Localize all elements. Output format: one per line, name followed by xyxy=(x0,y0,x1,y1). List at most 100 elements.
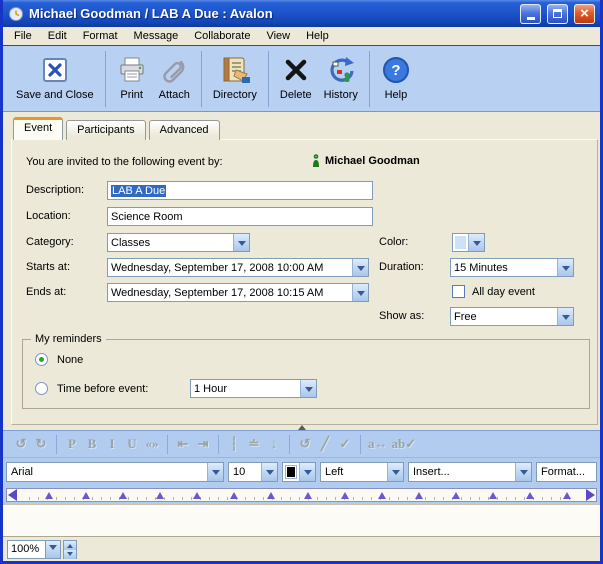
move-down-icon[interactable]: ↓ xyxy=(264,436,284,452)
attach-icon xyxy=(159,51,189,89)
message-body[interactable] xyxy=(3,504,600,536)
tab-stop-marker[interactable] xyxy=(82,492,90,499)
zoom-level-select[interactable]: 100% xyxy=(7,540,45,559)
tab-stop-marker[interactable] xyxy=(526,492,534,499)
font-color-select[interactable] xyxy=(282,462,316,482)
tab-participants[interactable]: Participants xyxy=(66,120,145,140)
color-label: Color: xyxy=(379,236,408,248)
event-form-panel: You are invited to the following event b… xyxy=(11,139,598,425)
attach-button[interactable]: Attach xyxy=(153,49,196,111)
highlight-pen-icon[interactable]: ╱ xyxy=(315,436,335,452)
right-margin-marker[interactable] xyxy=(586,489,595,501)
tab-marks-icon[interactable]: ┆ xyxy=(224,436,244,452)
alignment-select[interactable]: Left xyxy=(320,462,404,482)
my-reminders-group: My reminders None Time before event: 1 H… xyxy=(22,333,590,409)
tab-event[interactable]: Event xyxy=(13,117,63,140)
tab-stop-marker[interactable] xyxy=(119,492,127,499)
description-input[interactable]: LAB A Due xyxy=(107,181,373,200)
plain-style-icon[interactable]: P xyxy=(62,436,82,452)
quote-icon[interactable]: «» xyxy=(142,436,162,452)
outdent-icon[interactable]: ⇤ xyxy=(173,436,193,452)
find-replace-icon[interactable]: a↔ xyxy=(366,436,390,452)
color-select[interactable] xyxy=(452,233,485,252)
history-button[interactable]: History xyxy=(318,49,364,111)
tab-advanced[interactable]: Advanced xyxy=(149,120,220,140)
zoom-decrease-button[interactable] xyxy=(64,550,76,559)
print-button[interactable]: Print xyxy=(111,49,153,111)
minimize-button[interactable] xyxy=(520,4,541,24)
tab-stop-marker[interactable] xyxy=(378,492,386,499)
tab-stop-marker[interactable] xyxy=(156,492,164,499)
description-label: Description: xyxy=(26,184,84,196)
underline-icon[interactable]: U xyxy=(122,436,142,452)
directory-icon xyxy=(219,51,251,89)
collapse-pane-handle[interactable] xyxy=(295,424,309,430)
category-select[interactable]: Classes xyxy=(107,233,250,252)
tab-stop-marker[interactable] xyxy=(341,492,349,499)
organizer-name: Michael Goodman xyxy=(325,155,420,167)
bold-icon[interactable]: B xyxy=(82,436,102,452)
reminder-none-radio[interactable] xyxy=(35,353,48,366)
menu-collaborate[interactable]: Collaborate xyxy=(186,28,258,44)
reminder-time-select[interactable]: 1 Hour xyxy=(190,379,317,398)
italic-icon[interactable]: I xyxy=(102,436,122,452)
menu-message[interactable]: Message xyxy=(126,28,187,44)
insert-select[interactable]: Insert... xyxy=(408,462,532,482)
location-input[interactable]: Science Room xyxy=(107,207,373,226)
tab-stop-marker[interactable] xyxy=(489,492,497,499)
paragraph-spacing-icon[interactable]: ≐ xyxy=(244,436,264,452)
tab-stop-marker[interactable] xyxy=(45,492,53,499)
close-button[interactable]: × xyxy=(574,4,595,24)
redo-icon[interactable]: ↻ xyxy=(31,436,51,452)
menu-format[interactable]: Format xyxy=(75,28,126,44)
starts-at-select[interactable]: Wednesday, September 17, 2008 10:00 AM xyxy=(107,258,369,277)
duration-select[interactable]: 15 Minutes xyxy=(450,258,574,277)
description-value: LAB A Due xyxy=(111,185,166,197)
spell-check-icon[interactable]: ab✓ xyxy=(390,436,419,452)
statusbar: 100% xyxy=(3,536,600,561)
tab-stop-marker[interactable] xyxy=(193,492,201,499)
tab-stop-marker[interactable] xyxy=(415,492,423,499)
tab-stop-marker[interactable] xyxy=(230,492,238,499)
tab-stop-marker[interactable] xyxy=(563,492,571,499)
starts-at-value: Wednesday, September 17, 2008 10:00 AM xyxy=(108,259,352,276)
font-size-value: 10 xyxy=(229,463,261,481)
menu-file[interactable]: File xyxy=(6,28,40,44)
reminder-time-radio[interactable] xyxy=(35,382,48,395)
font-size-select[interactable]: 10 xyxy=(228,462,278,482)
all-day-checkbox[interactable] xyxy=(452,285,465,298)
undo-icon[interactable]: ↺ xyxy=(11,436,31,452)
indent-icon[interactable]: ⇥ xyxy=(193,436,213,452)
directory-button[interactable]: Directory xyxy=(207,49,263,111)
chevron-down-icon xyxy=(357,291,365,300)
chevron-down-icon xyxy=(212,470,220,479)
category-value: Classes xyxy=(108,234,233,251)
starts-at-label: Starts at: xyxy=(26,261,70,273)
chevron-down-icon xyxy=(67,552,73,559)
delete-button[interactable]: Delete xyxy=(274,49,318,111)
zoom-dropdown-button[interactable] xyxy=(45,540,61,559)
location-label: Location: xyxy=(26,210,71,222)
help-icon: ? xyxy=(381,51,411,89)
show-as-select[interactable]: Free xyxy=(450,307,574,326)
format-select[interactable]: Format... xyxy=(536,462,597,482)
menu-help[interactable]: Help xyxy=(298,28,337,44)
font-family-select[interactable]: Arial xyxy=(6,462,224,482)
tab-stop-marker[interactable] xyxy=(452,492,460,499)
approve-icon[interactable]: ✓ xyxy=(335,436,355,452)
help-button[interactable]: ? Help xyxy=(375,49,417,111)
menu-edit[interactable]: Edit xyxy=(40,28,75,44)
chevron-down-icon xyxy=(392,470,400,479)
menu-view[interactable]: View xyxy=(258,28,298,44)
save-and-close-button[interactable]: Save and Close xyxy=(10,49,100,111)
left-margin-marker[interactable] xyxy=(8,489,17,501)
menubar: File Edit Format Message Collaborate Vie… xyxy=(3,27,600,46)
ends-at-select[interactable]: Wednesday, September 17, 2008 10:15 AM xyxy=(107,283,369,302)
history-icon xyxy=(325,51,357,89)
tab-stop-marker[interactable] xyxy=(267,492,275,499)
reminder-time-label: Time before event: xyxy=(57,383,148,395)
revert-format-icon[interactable]: ↺ xyxy=(295,436,315,452)
maximize-button[interactable] xyxy=(547,4,568,24)
tab-stop-marker[interactable] xyxy=(304,492,312,499)
zoom-increase-button[interactable] xyxy=(64,541,76,550)
